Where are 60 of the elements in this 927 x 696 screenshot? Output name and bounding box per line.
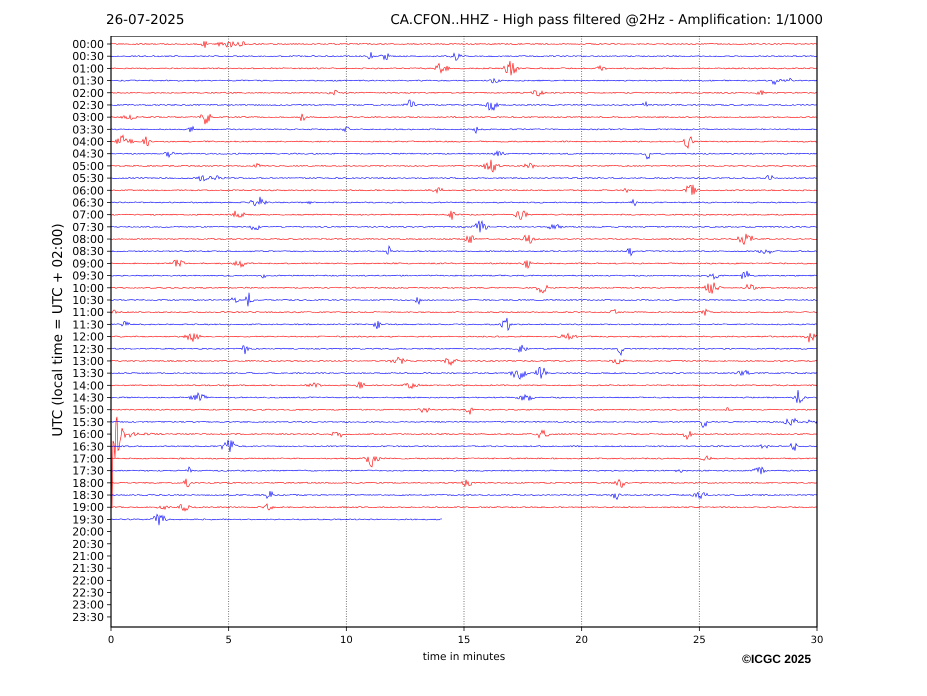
- y-tick-label: 21:30: [72, 562, 104, 576]
- y-tick-label: 16:30: [72, 440, 104, 454]
- y-tick-label: 06:00: [72, 184, 104, 198]
- y-tick-label: 10:30: [72, 294, 104, 307]
- x-tick-label: 0: [108, 635, 114, 646]
- chart-title: CA.CFON..HHZ - High pass filtered @2Hz - Amplification: 1/1000: [390, 12, 823, 28]
- y-tick-label: 20:30: [72, 538, 104, 551]
- y-tick-label: 20:00: [72, 526, 104, 539]
- y-tick-label: 14:00: [72, 379, 104, 392]
- date-label: 26-07-2025: [106, 12, 184, 28]
- y-tick-label: 13:00: [72, 354, 104, 368]
- y-tick-label: 22:00: [72, 574, 104, 588]
- y-tick-label: 00:00: [72, 38, 104, 51]
- y-tick-label: 17:30: [72, 464, 104, 478]
- y-tick-label: 05:00: [72, 160, 104, 173]
- y-tick-label: 03:30: [72, 123, 104, 136]
- y-tick-label: 01:30: [72, 74, 104, 88]
- y-tick-label: 18:00: [72, 476, 104, 490]
- y-tick-label: 02:00: [72, 86, 104, 100]
- y-tick-label: 21:00: [72, 550, 104, 563]
- y-tick-label: 01:00: [72, 62, 104, 76]
- y-tick-label: 19:00: [72, 501, 104, 514]
- y-tick-label: 03:00: [72, 111, 104, 124]
- y-tick-label: 12:00: [72, 330, 104, 344]
- x-tick-label: 30: [810, 635, 824, 646]
- y-tick-label: 23:30: [72, 610, 104, 624]
- y-tick-label: 17:00: [72, 452, 104, 466]
- y-tick-label: 15:00: [72, 404, 104, 417]
- y-tick-label: 08:30: [72, 245, 104, 258]
- y-tick-label: 06:30: [72, 196, 104, 210]
- x-tick-label: 5: [225, 635, 232, 646]
- y-tick-label: 16:00: [72, 428, 104, 442]
- y-tick-label: 09:30: [72, 270, 104, 283]
- y-tick-label: 07:00: [72, 208, 104, 222]
- y-tick-label: 15:30: [72, 416, 104, 429]
- y-tick-label: 12:30: [72, 342, 104, 356]
- y-tick-label: 22:30: [72, 586, 104, 600]
- x-axis-label: time in minutes: [422, 651, 506, 663]
- y-tick-label: 19:30: [72, 513, 104, 526]
- y-tick-label: 04:30: [72, 148, 104, 161]
- y-tick-label: 11:30: [72, 318, 104, 332]
- y-tick-label: 11:00: [72, 306, 104, 320]
- y-tick-label: 04:00: [72, 136, 104, 149]
- y-tick-label: 14:30: [72, 392, 104, 404]
- y-tick-label: 10:00: [72, 282, 104, 295]
- y-tick-label: 08:00: [72, 233, 104, 246]
- y-tick-label: 13:30: [72, 367, 104, 380]
- x-tick-label: 25: [692, 635, 706, 646]
- y-tick-label: 18:30: [72, 489, 104, 502]
- y-tick-label: 00:30: [72, 50, 104, 64]
- y-tick-label: 05:30: [72, 172, 104, 186]
- y-tick-label: 07:30: [72, 220, 104, 234]
- y-tick-label: 09:00: [72, 257, 104, 270]
- y-tick-label: 23:00: [72, 598, 104, 612]
- copyright-label: ©ICGC 2025: [742, 652, 811, 666]
- x-tick-label: 15: [458, 635, 470, 646]
- y-axis-label: UTC (local time = UTC + 02:00): [50, 223, 66, 437]
- y-tick-label: 02:30: [72, 98, 104, 112]
- x-tick-label: 20: [575, 635, 588, 646]
- x-tick-label: 10: [340, 635, 353, 646]
